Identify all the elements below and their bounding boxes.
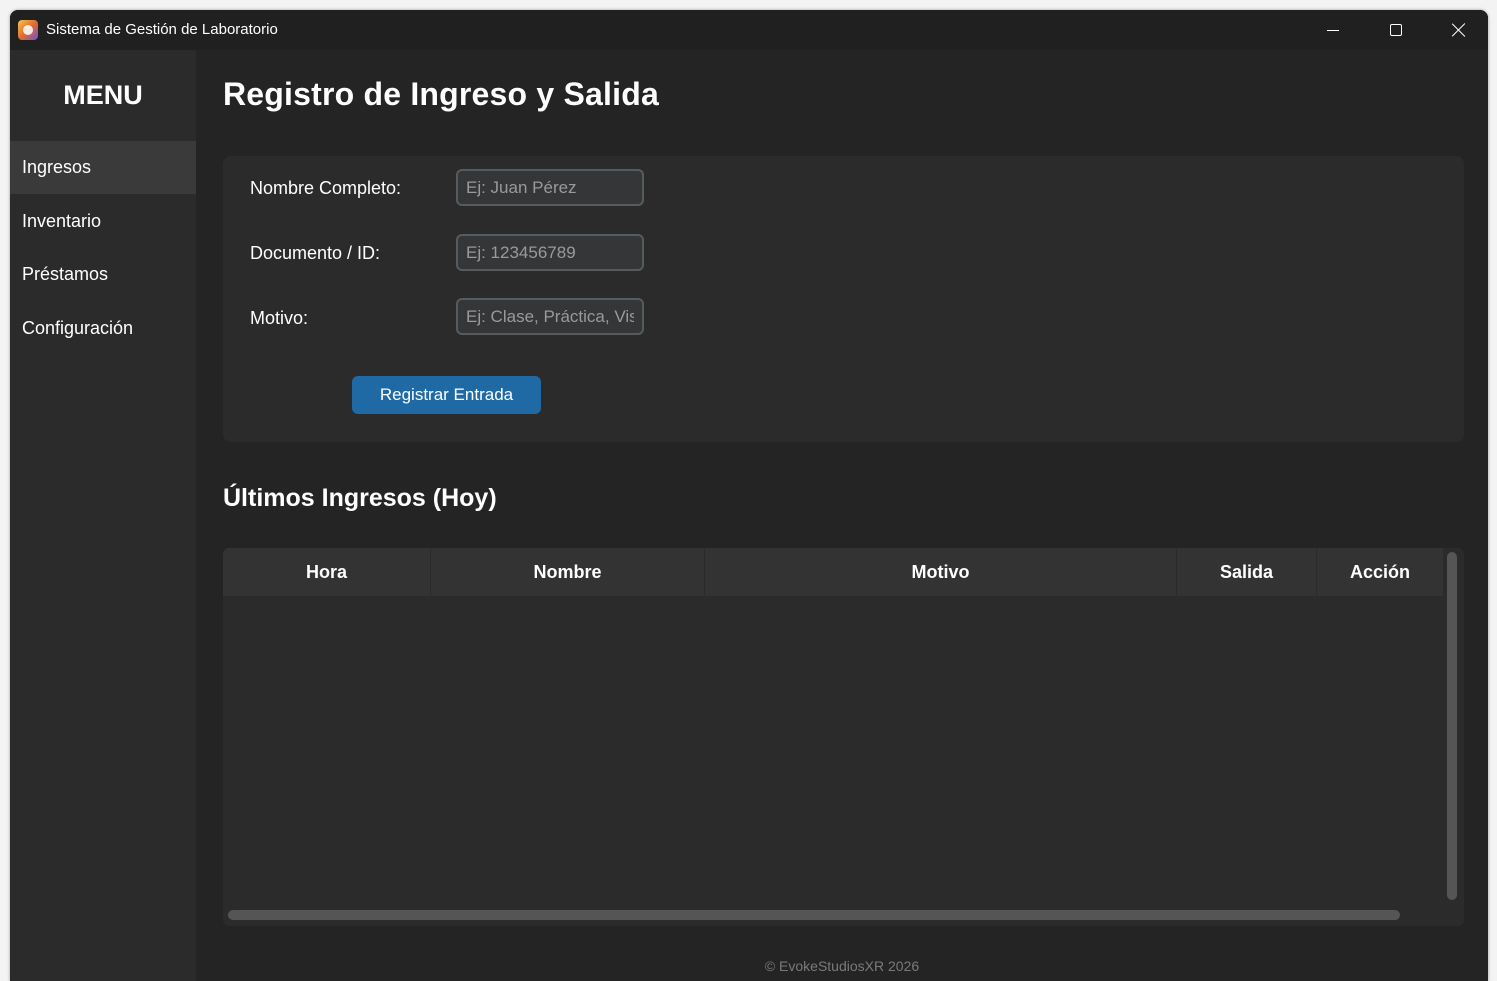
sidebar: MENU Ingresos Inventario Préstamos Confi…	[10, 50, 196, 981]
close-button[interactable]	[1428, 10, 1488, 50]
document-input[interactable]	[456, 234, 644, 271]
vertical-scrollbar[interactable]	[1447, 552, 1457, 900]
sidebar-item-label: Inventario	[22, 211, 102, 231]
column-header-hora[interactable]: Hora	[223, 548, 431, 596]
sidebar-item-label: Configuración	[22, 318, 134, 338]
register-entry-button[interactable]: Registrar Entrada	[352, 376, 541, 414]
column-header-salida[interactable]: Salida	[1177, 548, 1317, 596]
horizontal-scrollbar[interactable]	[228, 910, 1400, 920]
name-label: Nombre Completo:	[250, 178, 402, 198]
sidebar-item-inventario[interactable]: Inventario	[10, 195, 196, 248]
sidebar-item-ingresos[interactable]: Ingresos	[10, 141, 196, 194]
table-header: Hora Nombre Motivo Salida Acción	[223, 548, 1443, 596]
app-window: Sistema de Gestión de Laboratorio MENU I…	[10, 10, 1488, 981]
page-title: Registro de Ingreso y Salida	[223, 76, 659, 112]
title-bar[interactable]: Sistema de Gestión de Laboratorio	[10, 10, 1488, 50]
reason-input[interactable]	[456, 298, 644, 335]
entry-form-panel: Nombre Completo: Documento / ID: Motivo:…	[223, 156, 1464, 442]
reason-label: Motivo:	[250, 308, 309, 328]
maximize-icon	[1390, 24, 1402, 36]
window-title: Sistema de Gestión de Laboratorio	[46, 21, 278, 38]
table-body	[223, 596, 1443, 906]
minimize-icon	[1327, 29, 1339, 31]
footer-copyright: © EvokeStudiosXR 2026	[764, 958, 920, 974]
minimize-button[interactable]	[1302, 10, 1364, 50]
recent-entries-table: Hora Nombre Motivo Salida Acción	[223, 548, 1464, 926]
sidebar-item-label: Préstamos	[22, 264, 109, 284]
sidebar-item-prestamos[interactable]: Préstamos	[10, 248, 196, 301]
close-icon	[1452, 23, 1466, 37]
column-header-nombre[interactable]: Nombre	[431, 548, 705, 596]
lab-app-icon	[18, 20, 38, 40]
maximize-button[interactable]	[1365, 10, 1427, 50]
name-input[interactable]	[456, 169, 644, 206]
sidebar-item-configuracion[interactable]: Configuración	[10, 302, 196, 355]
sidebar-item-label: Ingresos	[22, 157, 92, 177]
document-label: Documento / ID:	[250, 243, 381, 263]
menu-title: MENU	[63, 80, 143, 110]
column-header-accion[interactable]: Acción	[1317, 548, 1443, 596]
column-header-motivo[interactable]: Motivo	[705, 548, 1177, 596]
recent-entries-title: Últimos Ingresos (Hoy)	[223, 484, 497, 512]
